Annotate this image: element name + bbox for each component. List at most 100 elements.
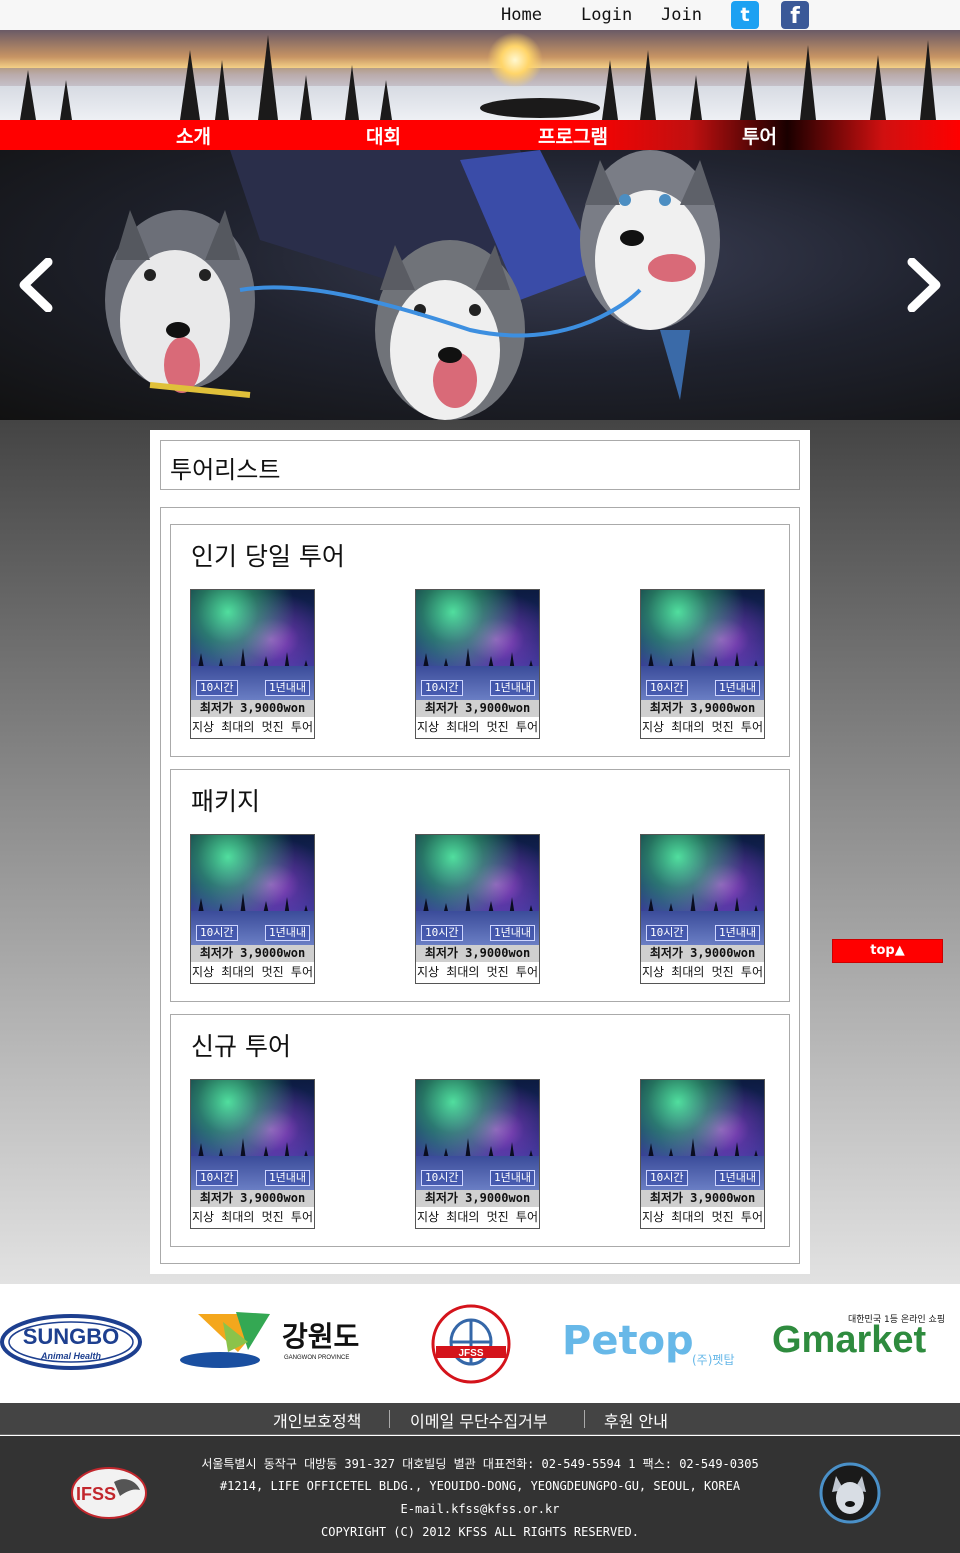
- husky-illustration: [105, 150, 720, 420]
- footer-links-bar: 개인보호정책 이메일 무단수집거부 후원 안내: [0, 1403, 960, 1435]
- aurora-thumbnail: 10시간 1년내내: [641, 590, 764, 700]
- validity-tag: 1년내내: [715, 925, 760, 941]
- section-title: 신규 투어: [191, 1032, 291, 1061]
- tour-price: 최저가 3,9000won: [416, 945, 539, 962]
- validity-tag: 1년내내: [265, 680, 310, 696]
- aurora-thumbnail: 10시간 1년내내: [641, 1080, 764, 1190]
- jfss-logo[interactable]: JFSS: [426, 1304, 516, 1384]
- tour-card[interactable]: 10시간 1년내내 최저가 3,9000won 지상 최대의 멋진 투어: [640, 834, 765, 984]
- scroll-top-button[interactable]: top▲: [832, 939, 943, 963]
- footer-link-sponsor[interactable]: 후원 안내: [604, 1408, 668, 1432]
- tour-card[interactable]: 10시간 1년내내 최저가 3,9000won 지상 최대의 멋진 투어: [190, 834, 315, 984]
- duration-tag: 10시간: [646, 680, 688, 696]
- tour-price: 최저가 3,9000won: [191, 945, 314, 962]
- footer-link-privacy[interactable]: 개인보호정책: [273, 1408, 361, 1432]
- nav-item-competition[interactable]: 대회: [366, 122, 401, 149]
- validity-tag: 1년내내: [265, 1170, 310, 1186]
- duration-tag: 10시간: [196, 680, 238, 696]
- gmarket-logo[interactable]: 대한민국 1등 온라인 쇼핑 Gmarket: [770, 1312, 950, 1358]
- validity-tag: 1년내내: [490, 680, 535, 696]
- gmarket-text: Gmarket: [772, 1319, 927, 1358]
- tour-description: 지상 최대의 멋진 투어: [191, 1210, 314, 1224]
- facebook-icon[interactable]: f: [781, 1, 809, 29]
- sungbo-text: SUNGBO: [23, 1324, 120, 1349]
- tour-section-package: 패키지 10시간 1년내내 최저가 3,9000won 지상 최대의 멋진 투어…: [170, 769, 790, 1002]
- tour-price: 최저가 3,9000won: [641, 945, 764, 962]
- tour-price: 최저가 3,9000won: [416, 700, 539, 717]
- tour-description: 지상 최대의 멋진 투어: [191, 720, 314, 734]
- duration-tag: 10시간: [646, 1170, 688, 1186]
- tour-card[interactable]: 10시간 1년내내 최저가 3,9000won 지상 최대의 멋진 투어: [190, 1079, 315, 1229]
- main-nav: 소개 대회 프로그램 투어: [0, 120, 960, 150]
- duration-tag: 10시간: [196, 925, 238, 941]
- twitter-icon[interactable]: t: [731, 1, 759, 29]
- divider: [584, 1410, 585, 1428]
- partner-logos: SUNGBO Animal Health 강원도 GANGWON PROVINC…: [0, 1284, 960, 1403]
- sungbo-logo[interactable]: SUNGBO Animal Health: [0, 1314, 142, 1370]
- chevron-left-icon[interactable]: [14, 258, 58, 312]
- validity-tag: 1년내내: [265, 925, 310, 941]
- gangwon-text: 강원도: [282, 1320, 359, 1353]
- footer-link-email-policy[interactable]: 이메일 무단수집거부: [410, 1408, 548, 1432]
- aurora-thumbnail: 10시간 1년내내: [416, 1080, 539, 1190]
- tour-card[interactable]: 10시간 1년내내 최저가 3,9000won 지상 최대의 멋진 투어: [415, 834, 540, 984]
- tour-price: 최저가 3,9000won: [416, 1190, 539, 1207]
- page-title-box: 투어리스트: [160, 440, 800, 490]
- petop-logo[interactable]: Petop (주)펫탑: [562, 1312, 742, 1372]
- aurora-thumbnail: 10시간 1년내내: [191, 1080, 314, 1190]
- tour-description: 지상 최대의 멋진 투어: [641, 1210, 764, 1224]
- nav-item-tour[interactable]: 투어: [742, 122, 777, 149]
- jfss-text: JFSS: [458, 1348, 483, 1359]
- tour-card[interactable]: 10시간 1년내내 최저가 3,9000won 지상 최대의 멋진 투어: [415, 1079, 540, 1229]
- footer-copyright: COPYRIGHT (C) 2012 KFSS ALL RIGHTS RESER…: [321, 1525, 639, 1539]
- tour-card[interactable]: 10시간 1년내내 최저가 3,9000won 지상 최대의 멋진 투어: [415, 589, 540, 739]
- duration-tag: 10시간: [421, 680, 463, 696]
- divider: [389, 1410, 390, 1428]
- section-title: 인기 당일 투어: [191, 542, 345, 571]
- gangwon-logo[interactable]: 강원도 GANGWON PROVINCE: [178, 1312, 374, 1372]
- page-title: 투어리스트: [170, 456, 281, 484]
- footer-address-en: #1214, LIFE OFFICETEL BLDG., YEOUIDO-DON…: [219, 1479, 741, 1493]
- duration-tag: 10시간: [421, 1170, 463, 1186]
- duration-tag: 10시간: [421, 925, 463, 941]
- home-link[interactable]: Home: [501, 5, 542, 25]
- duration-tag: 10시간: [196, 1170, 238, 1186]
- tour-price: 최저가 3,9000won: [641, 1190, 764, 1207]
- validity-tag: 1년내내: [490, 1170, 535, 1186]
- tour-price: 최저가 3,9000won: [191, 1190, 314, 1207]
- tour-description: 지상 최대의 멋진 투어: [641, 720, 764, 734]
- banner-trees: [20, 35, 936, 120]
- tour-price: 최저가 3,9000won: [641, 700, 764, 717]
- top-bar: Home Login Join t f: [0, 0, 960, 30]
- tour-card[interactable]: 10시간 1년내내 최저가 3,9000won 지상 최대의 멋진 투어: [190, 589, 315, 739]
- nav-item-about[interactable]: 소개: [176, 122, 211, 149]
- section-title: 패키지: [191, 787, 261, 816]
- aurora-thumbnail: 10시간 1년내내: [416, 835, 539, 945]
- header-banner-image: [0, 30, 960, 120]
- join-link[interactable]: Join: [661, 5, 702, 25]
- validity-tag: 1년내내: [490, 925, 535, 941]
- site-footer: IFSS 서울특별시 동작구 대방동 391-327 대호빌딩 별관 대표전화:…: [0, 1436, 960, 1553]
- footer-email: E-mail.kfss@kfss.or.kr: [400, 1502, 560, 1516]
- petop-text: Petop: [562, 1318, 694, 1364]
- tour-description: 지상 최대의 멋진 투어: [416, 965, 539, 979]
- tour-card[interactable]: 10시간 1년내내 최저가 3,9000won 지상 최대의 멋진 투어: [640, 589, 765, 739]
- aurora-thumbnail: 10시간 1년내내: [416, 590, 539, 700]
- tour-description: 지상 최대의 멋진 투어: [416, 1210, 539, 1224]
- hero-slider-image: [0, 150, 960, 420]
- gangwon-subtext: GANGWON PROVINCE: [284, 1355, 349, 1361]
- login-link[interactable]: Login: [581, 5, 632, 25]
- footer-address-kr: 서울특별시 동작구 대방동 391-327 대호빌딩 별관 대표전화: 02-5…: [201, 1457, 759, 1471]
- tour-description: 지상 최대의 멋진 투어: [191, 965, 314, 979]
- tour-price: 최저가 3,9000won: [191, 700, 314, 717]
- aurora-thumbnail: 10시간 1년내내: [641, 835, 764, 945]
- nav-item-program[interactable]: 프로그램: [538, 122, 608, 149]
- aurora-thumbnail: 10시간 1년내내: [191, 590, 314, 700]
- duration-tag: 10시간: [646, 925, 688, 941]
- tour-description: 지상 최대의 멋진 투어: [641, 965, 764, 979]
- tour-section-new: 신규 투어 10시간 1년내내 최저가 3,9000won 지상 최대의 멋진 …: [170, 1014, 790, 1247]
- chevron-right-icon[interactable]: [902, 258, 946, 312]
- validity-tag: 1년내내: [715, 1170, 760, 1186]
- tour-card[interactable]: 10시간 1년내내 최저가 3,9000won 지상 최대의 멋진 투어: [640, 1079, 765, 1229]
- sungbo-subtext: Animal Health: [40, 1351, 102, 1361]
